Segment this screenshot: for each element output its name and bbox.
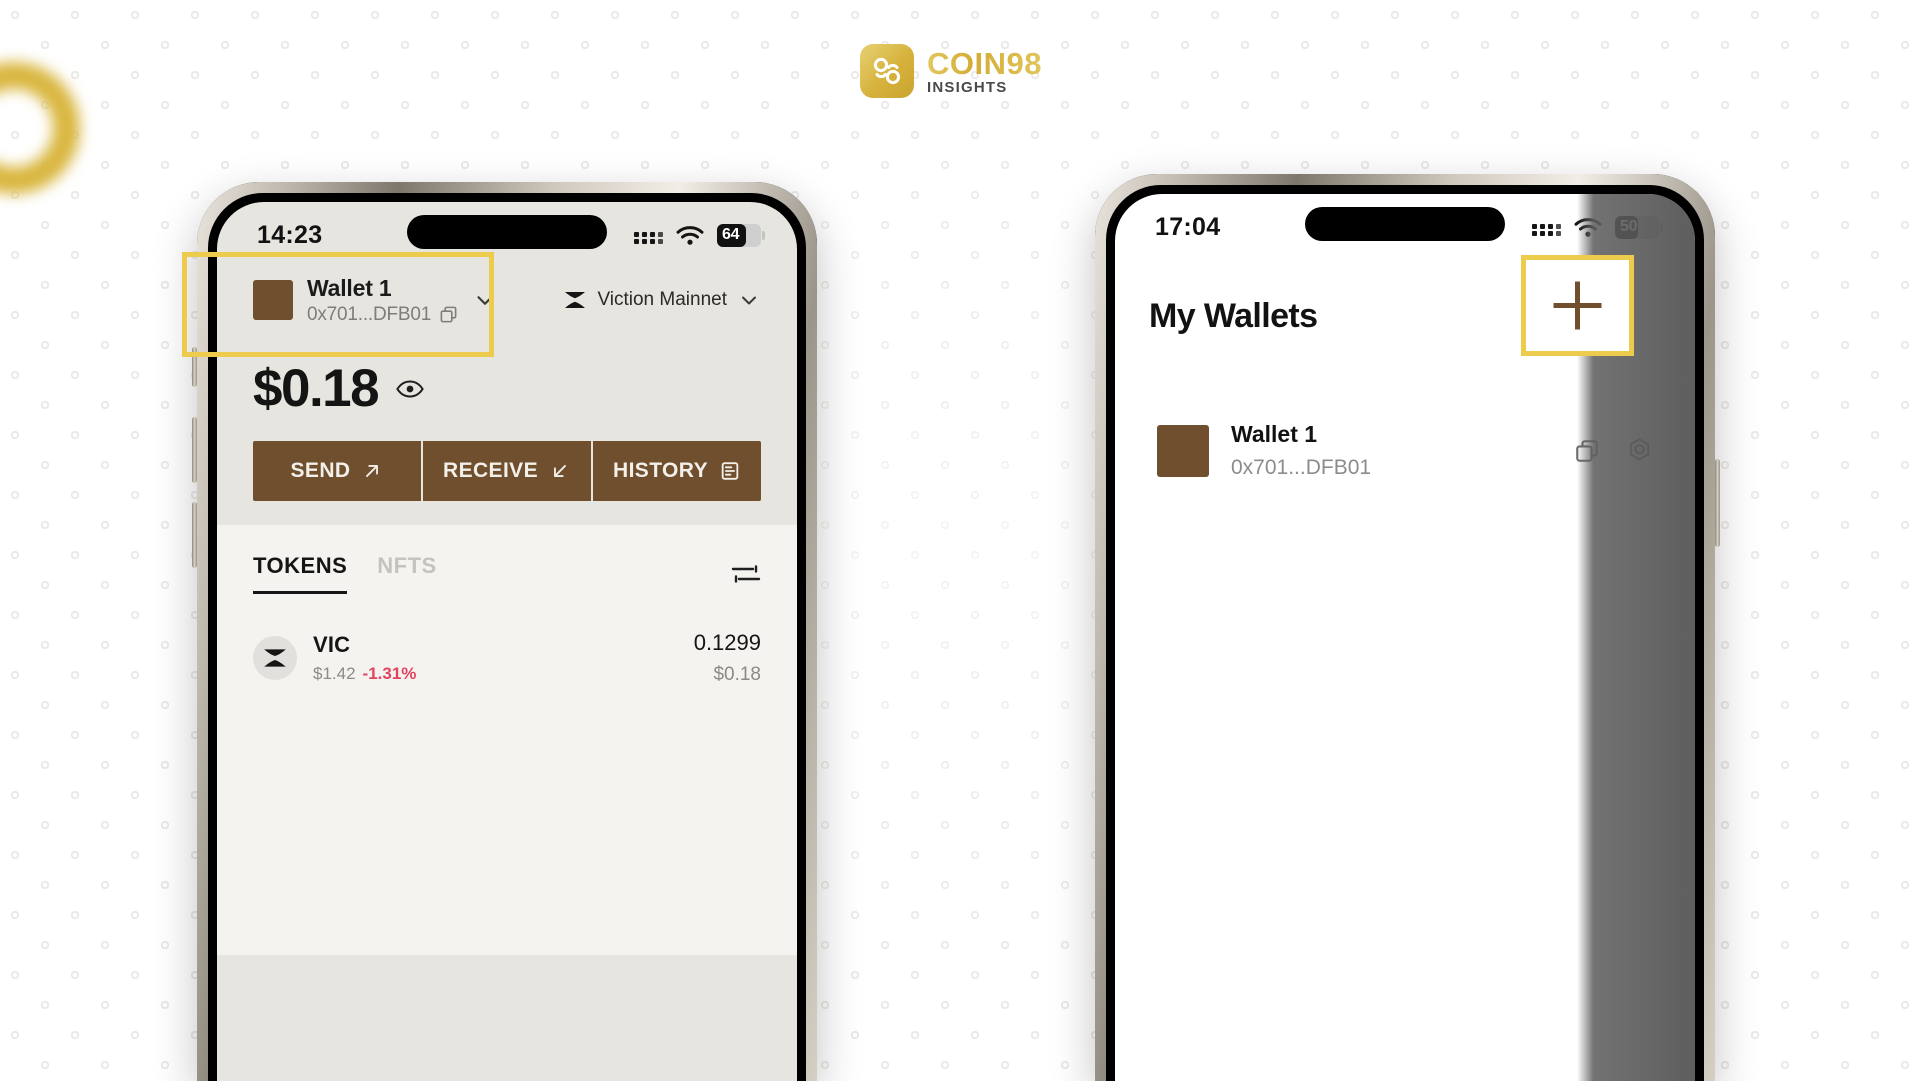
phone-right-power-button[interactable] <box>1715 459 1720 547</box>
wifi-icon <box>676 225 704 245</box>
vic-token-icon <box>253 636 297 680</box>
token-price: $1.42 <box>313 664 356 683</box>
highlight-wallet-selector <box>182 252 494 357</box>
send-button[interactable]: SEND <box>253 441 421 501</box>
network-selector[interactable]: Viction Mainnet <box>563 288 761 312</box>
tab-nfts[interactable]: NFTS <box>377 553 436 594</box>
wallet-address: 0x701...DFB01 <box>1231 456 1372 479</box>
receive-label: RECEIVE <box>443 459 538 482</box>
coin98-logo-icon <box>860 44 914 98</box>
brand-subtitle: INSIGHTS <box>927 78 1008 96</box>
phone-left-volume-down-button[interactable] <box>192 502 197 568</box>
status-time: 14:23 <box>257 220 323 249</box>
dynamic-island <box>407 215 607 249</box>
network-name: Viction Mainnet <box>597 289 727 310</box>
battery-icon: 50 <box>1615 215 1663 239</box>
copy-icon[interactable] <box>1574 438 1600 464</box>
send-label: SEND <box>290 459 351 482</box>
history-list-icon <box>721 462 739 480</box>
token-value: $0.18 <box>713 664 761 685</box>
phone-left-volume-up-button[interactable] <box>192 417 197 483</box>
chevron-down-icon[interactable] <box>737 288 761 312</box>
balance-amount: $0.18 <box>253 359 380 418</box>
viction-network-icon <box>565 292 586 308</box>
eye-icon[interactable] <box>396 379 424 399</box>
tokens-panel: TOKENS NFTS VIC $1.42 -1.31% 0.1299 $0.1… <box>217 525 797 955</box>
history-label: HISTORY <box>613 459 708 482</box>
action-buttons: SEND RECEIVE HISTORY <box>253 441 761 501</box>
history-button[interactable]: HISTORY <box>591 441 761 501</box>
token-symbol: VIC <box>313 632 351 657</box>
brand-name: COIN98 <box>927 45 1042 81</box>
battery-icon: 64 <box>717 223 765 247</box>
filter-sliders-icon[interactable] <box>731 561 761 587</box>
plus-icon[interactable] <box>1526 260 1629 351</box>
brand-logo: COIN98 INSIGHTS <box>860 44 1042 98</box>
arrow-down-left-icon <box>554 465 566 477</box>
battery-level: 64 <box>722 226 740 243</box>
signal-bars-icon <box>634 226 663 244</box>
arrow-up-right-icon <box>366 465 379 477</box>
status-time: 17:04 <box>1155 212 1221 241</box>
tabs-row: TOKENS NFTS <box>217 535 797 594</box>
highlight-add-wallet-button <box>1521 255 1634 356</box>
dynamic-island <box>1305 207 1505 241</box>
tab-tokens[interactable]: TOKENS <box>253 553 348 594</box>
wallet-list-item[interactable]: Wallet 1 0x701...DFB01 <box>1115 367 1695 480</box>
signal-bars-icon <box>1532 218 1561 236</box>
token-change: -1.31% <box>362 664 417 683</box>
page-title: My Wallets <box>1149 297 1318 335</box>
settings-hex-icon[interactable] <box>1626 437 1653 464</box>
wallet-name: Wallet 1 <box>1231 421 1318 447</box>
receive-button[interactable]: RECEIVE <box>421 441 591 501</box>
token-amount: 0.1299 <box>693 630 761 655</box>
wifi-icon <box>1574 217 1602 237</box>
battery-level: 50 <box>1620 218 1638 235</box>
wallet-avatar <box>1157 424 1209 477</box>
token-row[interactable]: VIC $1.42 -1.31% 0.1299 $0.18 <box>217 594 797 686</box>
